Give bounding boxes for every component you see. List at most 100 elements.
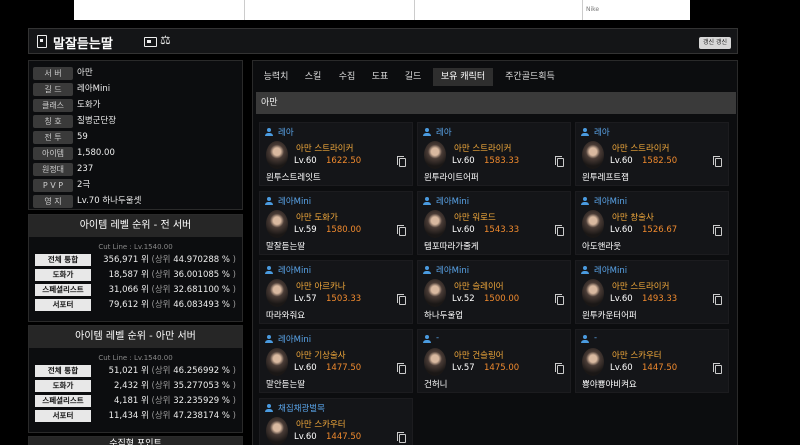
rank-paren-close: ) — [232, 381, 236, 391]
character-card[interactable]: - 아만 건슬링어 Lv.57 1475.00 건허니 — [417, 329, 571, 393]
character-portrait — [582, 141, 604, 169]
info-label: 길 드 — [33, 83, 73, 96]
character-card[interactable]: 레아Mini 아만 아르카나 Lv.57 1503.33 따라와줘요 — [259, 260, 413, 324]
character-portrait — [424, 348, 446, 376]
character-class: 워로드 — [472, 213, 496, 223]
info-label: 아이템 — [33, 147, 73, 160]
tab-1[interactable]: 능력치 — [259, 68, 293, 86]
character-item-level: 1526.67 — [642, 225, 678, 235]
copy-icon[interactable] — [397, 225, 406, 236]
id-card-icon[interactable] — [144, 37, 157, 47]
character-name: 뿅야뿅야비켜요 — [582, 380, 637, 390]
tab-4[interactable]: 도표 — [367, 68, 393, 86]
character-card[interactable]: 레아Mini 아만 창술사 Lv.60 1526.67 아도핸라웃 — [575, 191, 729, 255]
character-class: 아르카나 — [314, 282, 346, 292]
guild-user-icon — [423, 335, 433, 343]
character-name: 템포따라가줄게 — [424, 242, 479, 252]
character-server: 아만 — [296, 213, 312, 223]
character-card[interactable]: 레아Mini 아만 도화가 Lv.59 1580.00 말잘듣는딸 — [259, 191, 413, 255]
cutline-label: Cut Line : Lv.1540.00 — [98, 243, 173, 251]
character-guild: 레아 — [594, 128, 610, 138]
rank-percent: 35.277053 % — [173, 381, 230, 391]
guild-user-icon — [265, 404, 275, 412]
refresh-button[interactable]: 갱신 갱신 — [699, 37, 731, 49]
character-server: 아만 — [454, 213, 470, 223]
copy-icon[interactable] — [555, 294, 564, 305]
rank-position: 2,432 위 — [113, 381, 149, 391]
character-portrait — [582, 210, 604, 238]
character-card[interactable]: 레아Mini 아만 워로드 Lv.60 1543.33 템포따라가줄게 — [417, 191, 571, 255]
scale-icon[interactable]: ⚖ — [160, 33, 171, 47]
character-server: 아만 — [296, 351, 312, 361]
rank-paren-close: ) — [232, 300, 236, 310]
character-server-class: 아만 워로드 — [454, 211, 496, 223]
level-value: 60 — [463, 156, 475, 166]
tab-3[interactable]: 수집 — [333, 68, 361, 86]
guild-user-icon — [265, 197, 275, 205]
level-prefix: Lv. — [452, 156, 464, 166]
rank-value: 2,432 위 (상위 35.277053 % ) — [114, 380, 236, 392]
character-card[interactable]: 레아Mini 아만 스트라이커 Lv.60 1493.33 윈투카운터어퍼 — [575, 260, 729, 324]
tab-2[interactable]: 스킬 — [299, 68, 327, 86]
rank-category: 전체 통합 — [35, 365, 91, 377]
rank-paren-close: ) — [232, 255, 236, 265]
rank-paren-close: ) — [232, 285, 236, 295]
rank-row: 전체 통합 51,021 위 (상위 46.256992 % ) — [29, 364, 242, 379]
copy-icon[interactable] — [397, 156, 406, 167]
character-card[interactable]: 채집채광벌목 아만 스카우터 Lv.60 1447.50 — [259, 398, 413, 445]
character-card[interactable]: 레아 아만 스트라이커 Lv.60 1622.50 윈투스트레잇트 — [259, 122, 413, 186]
copy-icon[interactable] — [713, 225, 722, 236]
rank-percent: 36.001085 % — [173, 270, 230, 280]
character-class: 스트라이커 — [630, 144, 670, 154]
character-card[interactable]: 레아 아만 스트라이커 Lv.60 1583.33 윈투라이트어퍼 — [417, 122, 571, 186]
character-server: 아만 — [296, 420, 312, 430]
character-name: 아도핸라웃 — [582, 242, 622, 252]
character-card[interactable]: 레아Mini 아만 기상술사 Lv.60 1477.50 말안듣는딸 — [259, 329, 413, 393]
character-card[interactable]: - 아만 스카우터 Lv.60 1447.50 뿅야뿅야비켜요 — [575, 329, 729, 393]
rank-percent: 44.970288 % — [173, 255, 230, 265]
info-row: 영 지 Lv.70 하나두울셋 — [33, 194, 238, 210]
info-label: 칭 호 — [33, 115, 73, 128]
tab-6[interactable]: 보유 캐릭터 — [433, 68, 493, 86]
level-value: 60 — [621, 225, 633, 235]
character-card[interactable]: 레아Mini 아만 슬레이어 Lv.52 1500.00 하나두울업 — [417, 260, 571, 324]
character-server: 아만 — [454, 144, 470, 154]
collection-points-panel-title: 수집형 포인트 — [28, 436, 243, 445]
copy-icon[interactable] — [555, 363, 564, 374]
guild-user-icon — [581, 266, 591, 274]
tab-5[interactable]: 길드 — [399, 68, 427, 86]
copy-icon[interactable] — [555, 225, 564, 236]
character-item-level: 1583.33 — [484, 156, 520, 166]
character-name: 하나두울업 — [424, 311, 464, 321]
character-server-class: 아만 창술사 — [612, 211, 654, 223]
tab-7[interactable]: 주간골드획득 — [499, 68, 561, 86]
rank-category: 스페셜리스트 — [35, 284, 91, 296]
rank-paren-open: (상위 — [151, 255, 171, 265]
copy-icon[interactable] — [713, 294, 722, 305]
rank-row: 스페셜리스트 31,066 위 (상위 32.681100 % ) — [29, 283, 242, 298]
copy-icon[interactable] — [555, 156, 564, 167]
character-level: Lv.57 — [294, 294, 317, 304]
character-card[interactable]: 레아 아만 스트라이커 Lv.60 1582.50 윈투레프트잽 — [575, 122, 729, 186]
info-row: 전 투 59 — [33, 130, 238, 146]
copy-icon[interactable] — [713, 363, 722, 374]
guild-user-icon — [423, 197, 433, 205]
character-level: Lv.60 — [610, 363, 633, 373]
rank-paren-open: (상위 — [151, 411, 171, 421]
info-value: 질병군단장 — [77, 116, 117, 126]
rank-value: 79,612 위 (상위 46.083493 % ) — [109, 299, 236, 311]
character-guild: - — [594, 333, 598, 343]
copy-icon[interactable] — [397, 363, 406, 374]
rank-position: 11,434 위 — [108, 411, 149, 421]
copy-icon[interactable] — [397, 294, 406, 305]
copy-icon[interactable] — [713, 156, 722, 167]
character-portrait — [582, 279, 604, 307]
level-prefix: Lv. — [610, 294, 622, 304]
character-class: 스트라이커 — [314, 144, 354, 154]
copy-icon[interactable] — [397, 432, 406, 443]
guild-user-icon — [423, 266, 433, 274]
character-level: Lv.60 — [294, 432, 317, 442]
info-row: 칭 호 질병군단장 — [33, 114, 238, 130]
guild-user-icon — [423, 128, 433, 136]
ad-banner[interactable]: Nike — [74, 0, 690, 20]
